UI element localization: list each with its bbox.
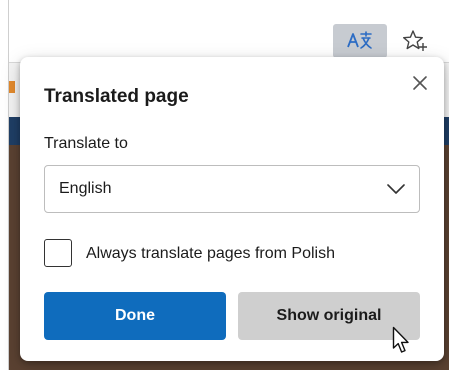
translate-popup: Translated page Translate to English Alw… [20,57,444,361]
close-icon [413,76,427,90]
close-button[interactable] [408,71,432,95]
translate-button[interactable] [333,24,387,58]
page-logo-fragment [9,81,15,93]
language-select[interactable]: English [44,165,420,213]
popup-title: Translated page [44,86,189,107]
always-translate-checkbox[interactable] [44,239,72,267]
star-add-icon [403,30,427,51]
chevron-down-icon [387,184,405,194]
language-select-value: English [59,180,112,197]
translate-to-label: Translate to [44,135,128,152]
always-translate-label: Always translate pages from Polish [86,245,335,262]
translate-icon [347,31,372,49]
favorite-button[interactable] [396,24,432,58]
always-translate-option[interactable]: Always translate pages from Polish [44,238,420,270]
done-button[interactable]: Done [44,292,226,340]
mouse-pointer-icon [392,326,409,353]
